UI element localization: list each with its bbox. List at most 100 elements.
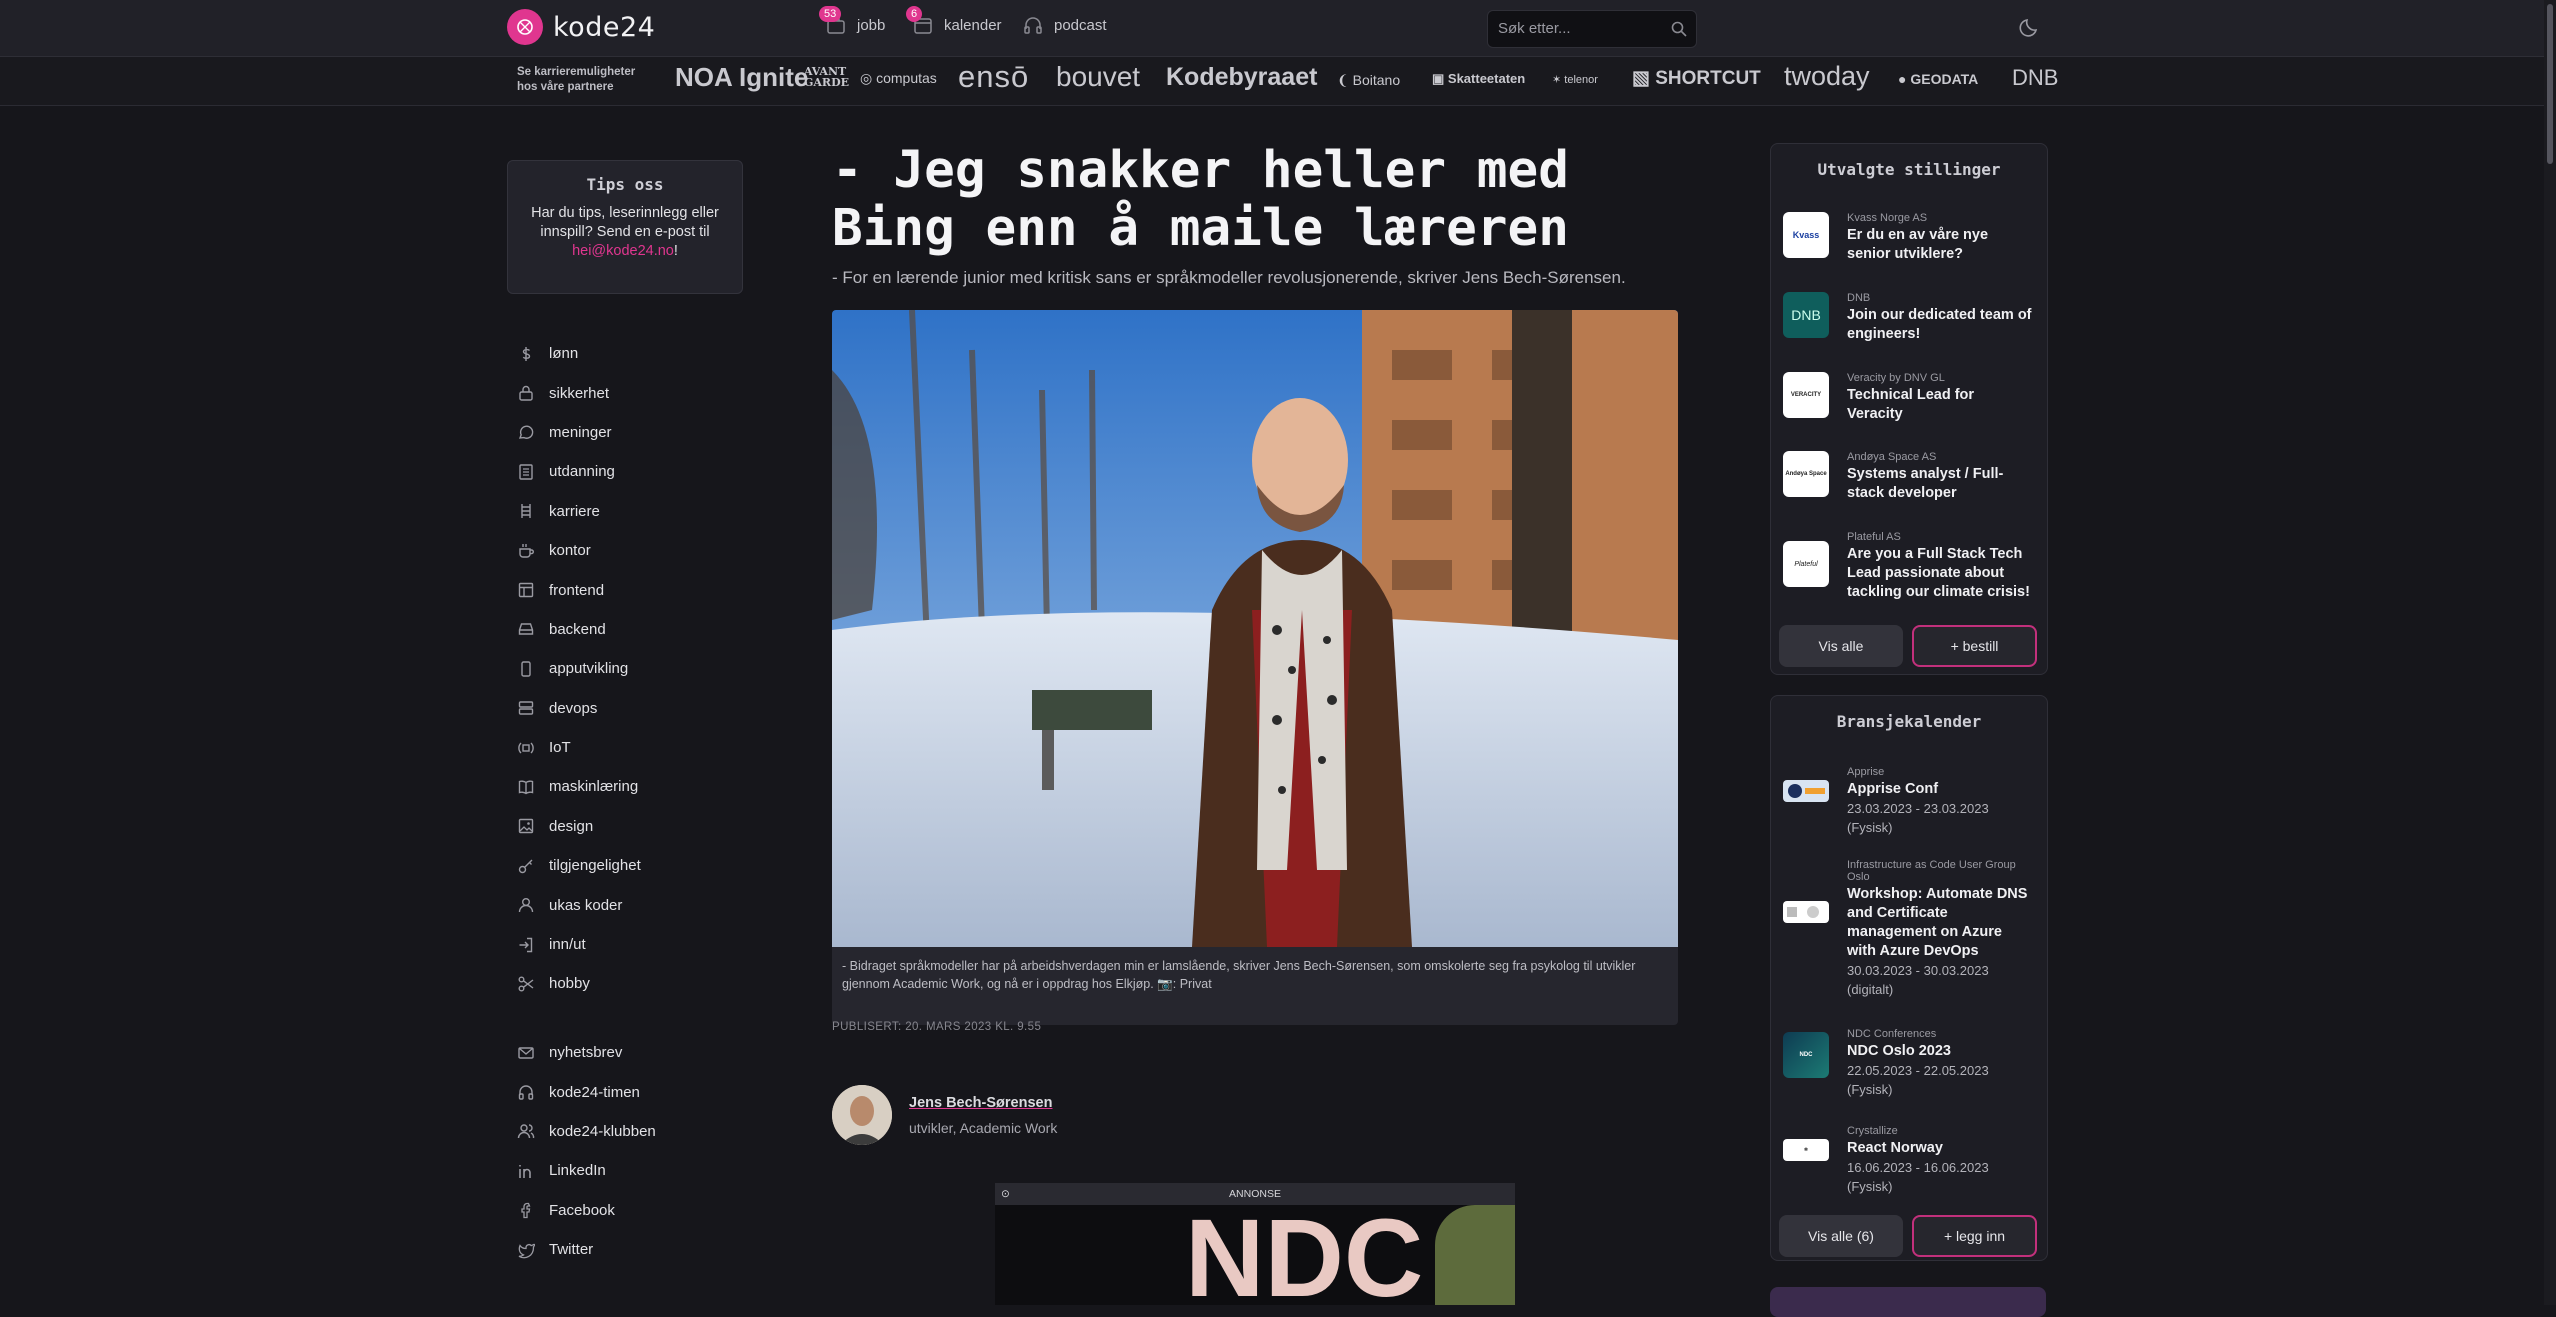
server-drive-icon [518,623,534,636]
tips-box: Tips oss Har du tips, leserinnlegg eller… [507,160,743,294]
category-sikkerhet[interactable]: sikkerhet [517,373,641,412]
partner-logo-noa-ignite[interactable]: NOA Ignite [675,62,808,93]
tips-title: Tips oss [586,175,664,194]
category-utdanning[interactable]: utdanning [517,452,641,491]
job-item[interactable]: DNB DNB Join our dedicated team of engine… [1783,292,2033,344]
jobs-card: Utvalgte stillinger Kvass Kvass Norge AS… [1770,143,2048,675]
company-logo: Plateful [1783,541,1829,587]
category-lonn[interactable]: lønn [517,334,641,373]
ad-headline: NDC [1185,1205,1424,1305]
twitter-icon [518,1243,535,1258]
partner-logo-shortcut[interactable]: ▧ SHORTCUT [1632,67,1761,90]
event-logo [1783,901,1829,923]
partner-logo-telenor[interactable]: ✶ telenor [1552,73,1598,86]
author-name-link[interactable]: Jens Bech-Sørensen [909,1095,1052,1111]
login-icon [519,937,533,952]
partner-logo-avant-garde[interactable]: AVANT GARDE [804,66,849,88]
calendar-show-all-button[interactable]: Vis alle (6) [1779,1215,1903,1257]
partner-logo-skatteetaten[interactable]: ▣ Skatteetaten [1432,71,1525,87]
jobs-order-button[interactable]: + bestill [1912,625,2037,667]
logo-mark-icon [507,9,543,45]
category-maskinlaering[interactable]: maskinlæring [517,767,641,806]
company-logo: DNB [1783,292,1829,338]
event-item[interactable]: Infrastructure as Code User Group Oslo Wo… [1783,859,2033,999]
category-tilgjengelighet[interactable]: tilgjengelighet [517,846,641,885]
mail-icon [518,1046,534,1059]
link-twitter[interactable]: Twitter [517,1230,656,1269]
jobs-title: Utvalgte stillinger [1817,160,2001,179]
moon-icon[interactable] [2018,15,2042,39]
secondary-menu: nyhetsbrev kode24-timen kode24-klubben L… [517,1033,656,1269]
tips-email-link[interactable]: hei@kode24.no [572,243,674,259]
category-karriere[interactable]: karriere [517,492,641,531]
partner-logo-geodata[interactable]: ● GEODATA [1898,71,1978,87]
ad-label-bar: ⊙ ANNONSE [995,1183,1515,1205]
partner-logo-bouvet[interactable]: bouvet [1056,61,1140,93]
job-item[interactable]: VERACITY Veracity by DNV GL Technical Lea… [1783,372,2033,424]
photo-caption: - Bidraget språkmodeller har på arbeidsh… [832,947,1678,1025]
link-facebook[interactable]: Facebook [517,1191,656,1230]
article-headline: - Jeg snakker heller med Bing enn å mail… [832,141,1569,258]
partner-logo-kodebyraaet[interactable]: Kodebyraaet [1166,63,1317,92]
published-date: PUBLISERT: 20. MARS 2023 KL. 9.55 [832,1021,1042,1033]
advertisement[interactable]: ⊙ ANNONSE NDC [995,1183,1515,1305]
ad-settings-icon[interactable]: ⊙ [1001,1183,1010,1205]
job-item[interactable]: Andøya Space Andøya Space AS Systems anal… [1783,451,2033,503]
partner-logo-enso[interactable]: ensō [958,59,1029,95]
users-icon [517,1124,535,1139]
link-linkedin[interactable]: LinkedIn [517,1151,656,1190]
building-icon [519,464,533,480]
ad-creative: NDC [995,1205,1515,1305]
category-meninger[interactable]: meninger [517,413,641,452]
scrollbar-thumb[interactable] [2547,4,2553,164]
calendar-title: Bransjekalender [1836,712,1982,731]
category-iot[interactable]: IoT [517,728,641,767]
company-logo: Kvass [1783,212,1829,258]
author-avatar[interactable] [832,1085,892,1145]
jobs-show-all-button[interactable]: Vis alle [1779,625,1903,667]
link-kode24-klubben[interactable]: kode24-klubben [517,1112,656,1151]
category-backend[interactable]: backend [517,610,641,649]
category-design[interactable]: design [517,807,641,846]
event-item[interactable]: Apprise Apprise Conf 23.03.2023 - 23.03.20… [1783,766,2033,837]
linkedin-icon [519,1164,531,1178]
category-apputvikling[interactable]: apputvikling [517,649,641,688]
search-input[interactable] [1496,19,1660,38]
partner-logo-computas[interactable]: ◎ computas [860,70,937,87]
event-item[interactable]: NDC NDC Conferences NDC Oslo 2023 22.05.20… [1783,1028,2033,1099]
page-scrollbar[interactable] [2544,0,2556,1305]
category-frontend[interactable]: frontend [517,570,641,609]
server-stack-icon [518,701,534,715]
nav-jobb[interactable]: 53 jobb [819,6,885,36]
image-icon [518,819,534,834]
job-item[interactable]: Kvass Kvass Norge AS Er du en av våre nye… [1783,212,2033,264]
nav-kalender[interactable]: 6 kalender [906,6,1002,36]
chat-bubble-icon [518,425,534,440]
search-box [1487,10,1697,48]
article-lede: - For en lærende junior med kritisk sans… [832,268,1626,287]
category-hobby[interactable]: hobby [517,964,641,1003]
dollar-icon [522,346,531,361]
partner-strip: Se karrieremuligheter hos våre partnere … [0,57,2556,106]
site-logo[interactable]: kode24 [507,9,655,45]
calendar-add-event-button[interactable]: + legg inn [1912,1215,2037,1257]
partner-logo-boitano[interactable]: ❨ Boitano [1337,72,1400,89]
author-role: utvikler, Academic Work [909,1120,1058,1136]
calendar-icon: 6 [906,6,934,36]
partner-logo-twoday[interactable]: twoday [1784,61,1870,92]
iot-icon [518,742,534,754]
job-item[interactable]: Plateful Plateful AS Are you a Full Stack… [1783,531,2033,602]
link-kode24-timen[interactable]: kode24-timen [517,1072,656,1111]
event-item[interactable]: ⚛ Crystallize React Norway 16.06.2023 - 16… [1783,1125,2033,1196]
category-inn-ut[interactable]: inn/ut [517,925,641,964]
partner-logo-dnb[interactable]: DNB [2012,65,2058,91]
category-kontor[interactable]: kontor [517,531,641,570]
coffee-cup-icon [519,543,534,558]
category-ukas-koder[interactable]: ukas koder [517,885,641,924]
search-icon[interactable] [1670,20,1688,38]
link-nyhetsbrev[interactable]: nyhetsbrev [517,1033,656,1072]
podcast-player-card[interactable] [1770,1287,2046,1317]
category-devops[interactable]: devops [517,689,641,728]
nav-podcast[interactable]: podcast [1022,14,1107,36]
briefcase-icon: 53 [819,6,847,36]
